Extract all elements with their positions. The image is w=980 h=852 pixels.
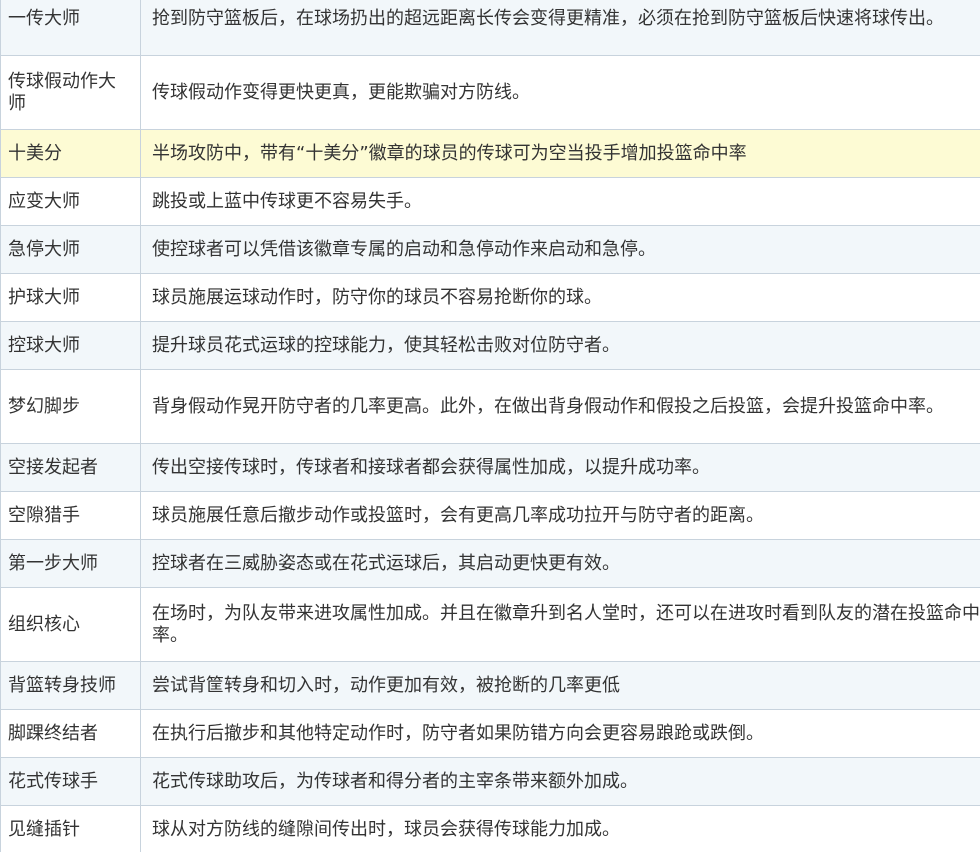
badge-description: 花式传球助攻后，为传球者和得分者的主宰条带来额外加成。: [140, 757, 980, 806]
badge-description: 抢到防守篮板后，在球场扔出的超远距离长传会变得更精准，必须在抢到防守篮板后快速将…: [140, 0, 980, 56]
badge-name: 空接发起者: [0, 443, 141, 492]
table-row: 花式传球手 花式传球助攻后，为传球者和得分者的主宰条带来额外加成。: [0, 757, 980, 806]
badge-name: 护球大师: [0, 273, 141, 322]
badge-name: 应变大师: [0, 177, 141, 226]
badge-description: 尝试背筐转身和切入时，动作更加有效，被抢断的几率更低: [140, 661, 980, 710]
badge-name: 十美分: [0, 129, 141, 178]
badge-name: 一传大师: [0, 0, 141, 56]
table-row: 护球大师 球员施展运球动作时，防守你的球员不容易抢断你的球。: [0, 273, 980, 322]
table-row: 一传大师 抢到防守篮板后，在球场扔出的超远距离长传会变得更精准，必须在抢到防守篮…: [0, 0, 980, 56]
table-row: 见缝插针 球从对方防线的缝隙间传出时，球员会获得传球能力加成。: [0, 805, 980, 852]
badge-name: 见缝插针: [0, 805, 141, 852]
table-row: 背篮转身技师 尝试背筐转身和切入时，动作更加有效，被抢断的几率更低: [0, 661, 980, 710]
badge-name: 脚踝终结者: [0, 709, 141, 758]
table-row: 空隙猎手 球员施展任意后撤步动作或投篮时，会有更高几率成功拉开与防守者的距离。: [0, 491, 980, 540]
badge-description: 跳投或上蓝中传球更不容易失手。: [140, 177, 980, 226]
badge-name: 传球假动作大师: [0, 55, 141, 130]
badge-description: 半场攻防中，带有“十美分”徽章的球员的传球可为空当投手增加投篮命中率: [140, 129, 980, 178]
badge-name: 第一步大师: [0, 539, 141, 588]
page: 一传大师 抢到防守篮板后，在球场扔出的超远距离长传会变得更精准，必须在抢到防守篮…: [0, 0, 980, 852]
badge-description: 球员施展任意后撤步动作或投篮时，会有更高几率成功拉开与防守者的距离。: [140, 491, 980, 540]
table-row-highlighted: 十美分 半场攻防中，带有“十美分”徽章的球员的传球可为空当投手增加投篮命中率: [0, 129, 980, 178]
badge-name: 梦幻脚步: [0, 369, 141, 444]
table-row: 组织核心 在场时，为队友带来进攻属性加成。并且在徽章升到名人堂时，还可以在进攻时…: [0, 587, 980, 662]
badge-description: 球员施展运球动作时，防守你的球员不容易抢断你的球。: [140, 273, 980, 322]
table-row: 应变大师 跳投或上蓝中传球更不容易失手。: [0, 177, 980, 226]
badge-name: 急停大师: [0, 225, 141, 274]
badge-name: 空隙猎手: [0, 491, 141, 540]
badge-description: 背身假动作晃开防守者的几率更高。此外，在做出背身假动作和假投之后投篮，会提升投篮…: [140, 369, 980, 444]
badge-description: 控球者在三威胁姿态或在花式运球后，其启动更快更有效。: [140, 539, 980, 588]
badge-description: 使控球者可以凭借该徽章专属的启动和急停动作来启动和急停。: [140, 225, 980, 274]
table-row: 传球假动作大师 传球假动作变得更快更真，更能欺骗对方防线。: [0, 55, 980, 130]
badge-description: 提升球员花式运球的控球能力，使其轻松击败对位防守者。: [140, 321, 980, 370]
table-row: 第一步大师 控球者在三威胁姿态或在花式运球后，其启动更快更有效。: [0, 539, 980, 588]
badge-name: 控球大师: [0, 321, 141, 370]
badge-table: 一传大师 抢到防守篮板后，在球场扔出的超远距离长传会变得更精准，必须在抢到防守篮…: [0, 0, 980, 852]
table-row: 控球大师 提升球员花式运球的控球能力，使其轻松击败对位防守者。: [0, 321, 980, 370]
badge-description: 在执行后撤步和其他特定动作时，防守者如果防错方向会更容易踉跄或跌倒。: [140, 709, 980, 758]
table-row: 空接发起者 传出空接传球时，传球者和接球者都会获得属性加成，以提升成功率。: [0, 443, 980, 492]
badge-name: 花式传球手: [0, 757, 141, 806]
badge-description: 球从对方防线的缝隙间传出时，球员会获得传球能力加成。: [140, 805, 980, 852]
table-row: 梦幻脚步 背身假动作晃开防守者的几率更高。此外，在做出背身假动作和假投之后投篮，…: [0, 369, 980, 444]
badge-name: 背篮转身技师: [0, 661, 141, 710]
table-row: 脚踝终结者 在执行后撤步和其他特定动作时，防守者如果防错方向会更容易踉跄或跌倒。: [0, 709, 980, 758]
badge-description: 传球假动作变得更快更真，更能欺骗对方防线。: [140, 55, 980, 130]
badge-name: 组织核心: [0, 587, 141, 662]
table-row: 急停大师 使控球者可以凭借该徽章专属的启动和急停动作来启动和急停。: [0, 225, 980, 274]
badge-description: 传出空接传球时，传球者和接球者都会获得属性加成，以提升成功率。: [140, 443, 980, 492]
badge-description: 在场时，为队友带来进攻属性加成。并且在徽章升到名人堂时，还可以在进攻时看到队友的…: [140, 587, 980, 662]
